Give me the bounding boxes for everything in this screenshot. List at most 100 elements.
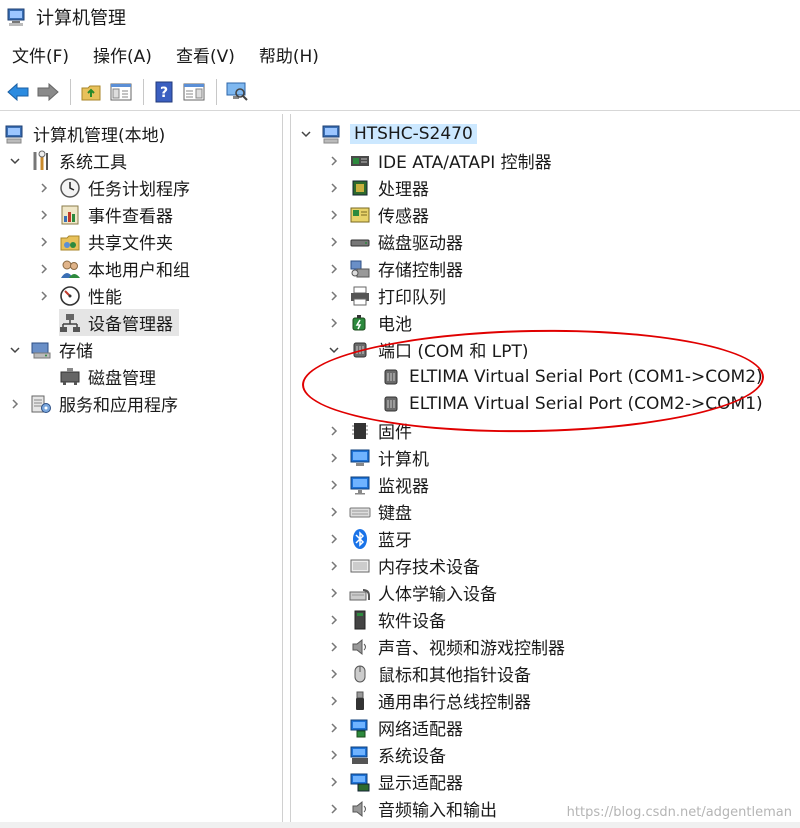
- help-button[interactable]: ?: [150, 78, 178, 106]
- menu-view[interactable]: 查看(V): [168, 42, 243, 67]
- show-hide-console-tree-button[interactable]: [107, 78, 135, 106]
- port-icon: [380, 366, 402, 388]
- up-folder-button[interactable]: [77, 78, 105, 106]
- tree-item-label: 磁盘管理: [88, 369, 156, 389]
- category-memory-device[interactable]: 内存技术设备: [327, 552, 480, 579]
- category-audio-io[interactable]: 音频输入和输出: [327, 795, 497, 822]
- category-label: 固件: [378, 423, 412, 443]
- chevron-right-icon[interactable]: [327, 154, 341, 168]
- tree-item-local-users-groups[interactable]: 本地用户和组: [37, 255, 190, 282]
- chevron-right-icon[interactable]: [37, 289, 51, 303]
- category-display-adapter[interactable]: 显示适配器: [327, 768, 463, 795]
- chevron-down-icon[interactable]: [299, 127, 313, 141]
- chevron-right-icon[interactable]: [327, 613, 341, 627]
- category-firmware[interactable]: 固件: [327, 417, 412, 444]
- category-label: 处理器: [378, 180, 429, 200]
- properties-button[interactable]: [223, 78, 251, 106]
- tree-item-services-applications[interactable]: 服务和应用程序: [8, 390, 178, 417]
- category-storage-controller[interactable]: 存储控制器: [327, 255, 463, 282]
- category-bluetooth[interactable]: 蓝牙: [327, 525, 412, 552]
- category-battery[interactable]: 电池: [327, 309, 412, 336]
- chevron-right-icon[interactable]: [327, 748, 341, 762]
- chevron-right-icon[interactable]: [37, 235, 51, 249]
- category-network-adapter[interactable]: 网络适配器: [327, 714, 463, 741]
- chevron-right-icon[interactable]: [327, 667, 341, 681]
- tree-item-task-scheduler[interactable]: 任务计划程序: [37, 174, 190, 201]
- monitor-search-icon: [226, 82, 248, 101]
- menu-help[interactable]: 帮助(H): [251, 42, 327, 67]
- tree-item-shared-folders[interactable]: 共享文件夹: [37, 228, 173, 255]
- system-device-icon: [349, 744, 371, 766]
- chevron-right-icon[interactable]: [327, 316, 341, 330]
- chevron-right-icon[interactable]: [327, 478, 341, 492]
- category-software-device[interactable]: 软件设备: [327, 606, 446, 633]
- category-monitor[interactable]: 监视器: [327, 471, 429, 498]
- console-tree-icon: [110, 83, 132, 101]
- category-hid[interactable]: 人体学输入设备: [327, 579, 497, 606]
- storage-controller-icon: [349, 258, 371, 280]
- forward-button[interactable]: [34, 78, 62, 106]
- category-processor[interactable]: 处理器: [327, 174, 429, 201]
- device-label: ELTIMA Virtual Serial Port (COM2->COM1): [409, 393, 763, 414]
- category-usb[interactable]: 通用串行总线控制器: [327, 687, 531, 714]
- device-eltima-com2-com1[interactable]: ELTIMA Virtual Serial Port (COM2->COM1): [380, 390, 763, 417]
- clock-icon: [59, 177, 81, 199]
- back-button[interactable]: [4, 78, 32, 106]
- chevron-right-icon[interactable]: [327, 424, 341, 438]
- category-keyboard[interactable]: 键盘: [327, 498, 412, 525]
- tree-item-computer-management[interactable]: 计算机管理(本地): [4, 120, 165, 147]
- tree-item-storage[interactable]: 存储: [8, 336, 93, 363]
- chevron-right-icon[interactable]: [327, 802, 341, 816]
- category-system-device[interactable]: 系统设备: [327, 741, 446, 768]
- tree-item-disk-management[interactable]: 磁盘管理: [59, 363, 156, 390]
- chevron-right-icon[interactable]: [327, 559, 341, 573]
- chevron-right-icon[interactable]: [327, 289, 341, 303]
- chevron-right-icon[interactable]: [327, 532, 341, 546]
- menu-file[interactable]: 文件(F): [4, 42, 77, 67]
- chevron-right-icon[interactable]: [8, 397, 22, 411]
- chevron-right-icon[interactable]: [37, 208, 51, 222]
- tree-item-device-manager[interactable]: 设备管理器: [59, 309, 179, 336]
- tree-item-event-viewer[interactable]: 事件查看器: [37, 201, 173, 228]
- chevron-right-icon[interactable]: [327, 235, 341, 249]
- chevron-down-icon[interactable]: [8, 154, 22, 168]
- device-eltima-com1-com2[interactable]: ELTIMA Virtual Serial Port (COM1->COM2): [380, 363, 763, 390]
- category-mouse[interactable]: 鼠标和其他指针设备: [327, 660, 531, 687]
- chevron-right-icon[interactable]: [327, 694, 341, 708]
- menu-action[interactable]: 操作(A): [85, 42, 160, 67]
- chevron-right-icon[interactable]: [327, 451, 341, 465]
- category-label: 电池: [378, 315, 412, 335]
- chevron-down-icon[interactable]: [8, 343, 22, 357]
- chevron-right-icon[interactable]: [37, 262, 51, 276]
- category-sensor[interactable]: 传感器: [327, 201, 429, 228]
- device-tree-root[interactable]: HTSHC-S2470: [299, 120, 477, 147]
- chevron-right-icon[interactable]: [327, 262, 341, 276]
- category-disk-drive[interactable]: 磁盘驱动器: [327, 228, 463, 255]
- chevron-right-icon[interactable]: [327, 505, 341, 519]
- category-printer[interactable]: 打印队列: [327, 282, 446, 309]
- category-label: 磁盘驱动器: [378, 234, 463, 254]
- tree-item-system-tools[interactable]: 系统工具: [8, 147, 127, 174]
- category-ports[interactable]: 端口 (COM 和 LPT): [327, 336, 529, 363]
- toolbar-separator: [143, 79, 144, 105]
- chevron-right-icon[interactable]: [327, 181, 341, 195]
- category-label: 蓝牙: [378, 531, 412, 551]
- tree-item-performance[interactable]: 性能: [37, 282, 122, 309]
- chevron-right-icon[interactable]: [327, 721, 341, 735]
- window-title: 计算机管理: [36, 8, 126, 29]
- event-viewer-icon: [59, 204, 81, 226]
- chevron-down-icon[interactable]: [327, 343, 341, 357]
- firmware-icon: [349, 420, 371, 442]
- chevron-right-icon[interactable]: [37, 181, 51, 195]
- action-pane-icon: [183, 83, 205, 101]
- chevron-right-icon[interactable]: [327, 775, 341, 789]
- chevron-right-icon[interactable]: [327, 208, 341, 222]
- users-icon: [59, 258, 81, 280]
- category-computer[interactable]: 计算机: [327, 444, 429, 471]
- show-hide-action-pane-button[interactable]: [180, 78, 208, 106]
- chevron-right-icon[interactable]: [327, 640, 341, 654]
- horizontal-scrollbar[interactable]: [0, 822, 800, 828]
- category-ide-controller[interactable]: IDE ATA/ATAPI 控制器: [327, 147, 552, 174]
- chevron-right-icon[interactable]: [327, 586, 341, 600]
- category-speaker[interactable]: 声音、视频和游戏控制器: [327, 633, 565, 660]
